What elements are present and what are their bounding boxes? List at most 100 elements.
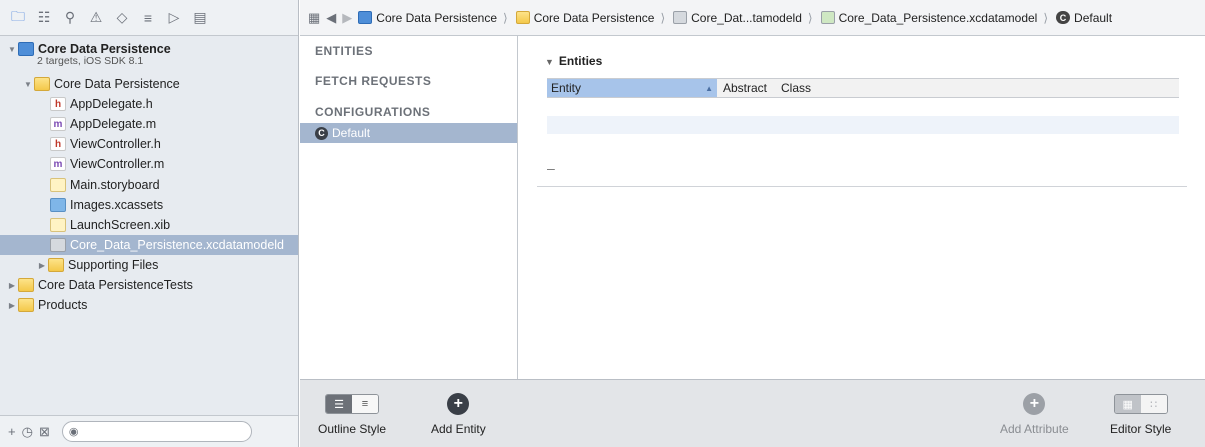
outline-style-label: Outline Style bbox=[318, 422, 387, 436]
folder-icon[interactable]: 🗀 bbox=[8, 8, 28, 28]
implementation-file-icon: m bbox=[50, 117, 66, 131]
column-header-abstract[interactable]: Abstract bbox=[717, 81, 777, 95]
entities-table: Entity ▲ Abstract Class bbox=[547, 78, 1179, 134]
data-model-icon bbox=[673, 11, 688, 24]
folder-icon bbox=[48, 258, 64, 272]
back-arrow-icon[interactable]: ◀ bbox=[326, 10, 336, 26]
test-icon[interactable]: ◇ bbox=[112, 8, 132, 28]
filter-icon: ◉ bbox=[68, 426, 79, 438]
remove-entity-button[interactable]: – bbox=[547, 160, 555, 176]
header-file-icon: h bbox=[50, 97, 66, 111]
navigator-item[interactable]: ▶ Supporting Files bbox=[0, 255, 298, 275]
navigator-item-label: LaunchScreen.xib bbox=[70, 218, 171, 232]
navigator-item[interactable]: LaunchScreen.xib bbox=[0, 215, 298, 235]
editor-style-control: ▦ ∷ Editor Style bbox=[1110, 394, 1171, 436]
breakpoint-icon[interactable]: ▷ bbox=[164, 8, 184, 28]
navigator-item[interactable]: Main.storyboard bbox=[0, 175, 298, 195]
breadcrumb-project[interactable]: Core Data Persistence ⟩ bbox=[358, 11, 509, 25]
warning-icon[interactable]: ⚠ bbox=[86, 8, 106, 28]
storyboard-icon bbox=[50, 178, 66, 192]
navigator-item[interactable]: h AppDelegate.h bbox=[0, 94, 298, 114]
breadcrumb-configuration[interactable]: C Default bbox=[1056, 11, 1112, 25]
configurations-section-header[interactable]: CONFIGURATIONS bbox=[315, 105, 430, 119]
symbol-navigator-icon[interactable]: ☷ bbox=[34, 8, 54, 28]
editor-bottom-bar: ☰ ≡ Outline Style + Add Entity + Add Att… bbox=[300, 379, 1205, 447]
table-header: Entity ▲ Abstract Class bbox=[547, 78, 1179, 98]
disclosure-triangle-icon[interactable]: ▶ bbox=[36, 261, 48, 270]
table-style-icon[interactable]: ▦ bbox=[1114, 395, 1141, 413]
navigator-item[interactable]: Images.xcassets bbox=[0, 195, 298, 215]
xib-file-icon bbox=[50, 218, 66, 232]
navigator-toolbar: 🗀 ☷ ⚲ ⚠ ◇ ≡ ▷ ▤ bbox=[0, 0, 298, 36]
navigator-item[interactable]: ▶ Products bbox=[0, 295, 298, 315]
search-icon[interactable]: ⚲ bbox=[60, 8, 80, 28]
debug-icon[interactable]: ≡ bbox=[138, 8, 158, 28]
configuration-icon: C bbox=[1056, 11, 1071, 24]
entities-disclosure[interactable]: ▼ Entities bbox=[545, 54, 602, 68]
configuration-default[interactable]: C Default bbox=[300, 123, 517, 143]
navigator-item[interactable]: ▼ Core Data Persistence bbox=[0, 74, 298, 94]
navigator-item[interactable]: h ViewController.h bbox=[0, 134, 298, 154]
project-icon bbox=[18, 42, 34, 56]
navigator-item-label: ViewController.h bbox=[70, 137, 161, 151]
column-header-entity[interactable]: Entity ▲ bbox=[547, 79, 717, 97]
disclosure-triangle-icon[interactable]: ▶ bbox=[6, 301, 18, 310]
navigator-item-label: Supporting Files bbox=[68, 258, 159, 272]
navigator-item[interactable]: m AppDelegate.m bbox=[0, 114, 298, 134]
disclosure-triangle-icon[interactable]: ▶ bbox=[6, 281, 18, 290]
add-attribute-control: + Add Attribute bbox=[1000, 393, 1069, 436]
breadcrumb-model-version[interactable]: Core_Data_Persistence.xcdatamodel ⟩ bbox=[820, 10, 1050, 25]
disclosure-triangle-icon[interactable]: ▼ bbox=[6, 45, 18, 54]
navigator-item[interactable]: m ViewController.m bbox=[0, 154, 298, 174]
header-file-icon: h bbox=[50, 137, 66, 151]
add-icon[interactable]: + bbox=[8, 424, 16, 439]
column-header-class[interactable]: Class bbox=[777, 81, 811, 95]
table-row bbox=[547, 116, 1179, 134]
configuration-label: Default bbox=[332, 126, 371, 140]
breadcrumb-separator: ⟩ bbox=[807, 10, 813, 25]
navigator-item-label: Core Data Persistence bbox=[38, 42, 171, 56]
navigator-item-label: Core_Data_Persistence.xcdatamodeld bbox=[70, 238, 285, 252]
add-attribute-label: Add Attribute bbox=[1000, 422, 1069, 436]
data-model-icon bbox=[50, 238, 66, 252]
navigator-item[interactable]: ▶ Core Data PersistenceTests bbox=[0, 275, 298, 295]
project-icon bbox=[358, 11, 373, 24]
recent-files-icon[interactable]: ◷ bbox=[22, 424, 33, 440]
sort-ascending-icon: ▲ bbox=[705, 83, 713, 93]
navigator-item-label: Main.storyboard bbox=[70, 178, 160, 192]
navigator-item-label: Products bbox=[38, 298, 88, 312]
related-items-icon[interactable]: ▦ bbox=[308, 10, 320, 26]
asset-catalog-icon bbox=[50, 198, 66, 212]
forward-arrow-icon[interactable]: ▶ bbox=[342, 10, 352, 26]
table-row bbox=[547, 98, 1179, 116]
outline-style-control: ☰ ≡ Outline Style bbox=[318, 394, 386, 436]
xcode-window: 🗀 ☷ ⚲ ⚠ ◇ ≡ ▷ ▤ ▼ Core Data Persistence ▼ C… bbox=[0, 0, 1205, 447]
implementation-file-icon: m bbox=[50, 157, 66, 171]
outline-hierarchical-icon[interactable]: ≡ bbox=[352, 395, 379, 413]
editor-style-segmented[interactable]: ▦ ∷ bbox=[1113, 394, 1168, 414]
outline-flat-icon[interactable]: ☰ bbox=[326, 395, 353, 413]
folder-icon bbox=[18, 298, 34, 312]
breadcrumb-separator: ⟩ bbox=[1043, 10, 1049, 25]
scm-filter-icon[interactable]: ⊠ bbox=[39, 424, 50, 440]
jump-bar: ▦ ◀ ▶ Core Data Persistence ⟩ Core Data … bbox=[300, 0, 1205, 36]
outline-style-segmented[interactable]: ☰ ≡ bbox=[325, 394, 380, 414]
folder-icon bbox=[18, 278, 34, 292]
navigator-item[interactable]: Core_Data_Persistence.xcdatamodeld bbox=[0, 235, 298, 255]
disclosure-triangle-icon[interactable]: ▼ bbox=[22, 80, 34, 89]
entities-section-header[interactable]: ENTITIES bbox=[315, 44, 373, 58]
add-entity-button[interactable]: + bbox=[447, 393, 470, 415]
breadcrumb-model-bundle[interactable]: Core_Dat...tamodeld ⟩ bbox=[673, 11, 814, 25]
navigator-item-label: Core Data PersistenceTests bbox=[38, 278, 193, 292]
add-entity-label: Add Entity bbox=[431, 422, 486, 436]
add-attribute-button[interactable]: + bbox=[1023, 393, 1046, 415]
log-icon[interactable]: ▤ bbox=[190, 8, 210, 28]
model-outline: ENTITIES FETCH REQUESTS CONFIGURATIONS C… bbox=[300, 36, 518, 379]
configuration-editor: ▼ Entities Entity ▲ Abstract Class – bbox=[519, 36, 1205, 379]
graph-style-icon[interactable]: ∷ bbox=[1140, 395, 1167, 413]
folder-icon bbox=[515, 11, 530, 24]
disclosure-triangle-icon: ▼ bbox=[545, 57, 554, 67]
filter-input[interactable]: ◉ bbox=[61, 421, 252, 442]
fetch-requests-section-header[interactable]: FETCH REQUESTS bbox=[315, 74, 431, 88]
breadcrumb-group[interactable]: Core Data Persistence ⟩ bbox=[515, 11, 667, 25]
